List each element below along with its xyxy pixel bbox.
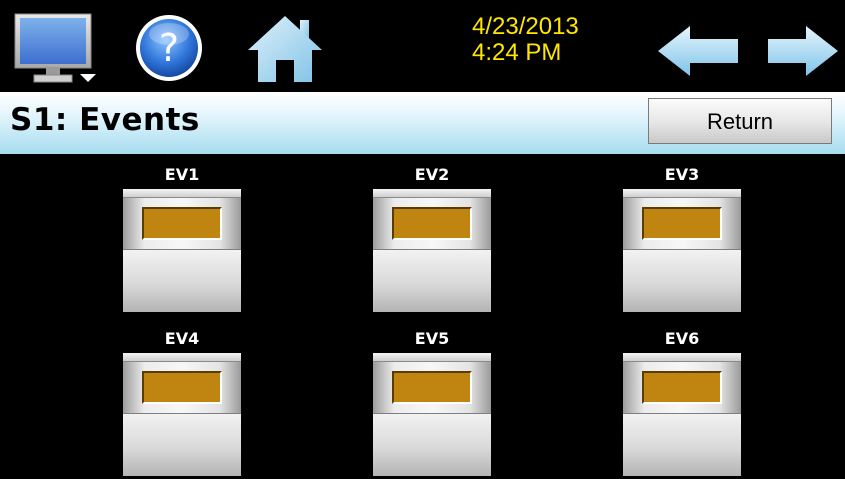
event-toggle-button[interactable] — [123, 353, 241, 476]
page-title: S1: Events — [10, 102, 200, 138]
event-status-indicator — [142, 371, 222, 404]
event-label: EV3 — [664, 165, 700, 184]
event-label: EV5 — [414, 329, 450, 348]
back-arrow-icon[interactable] — [656, 24, 740, 78]
return-button[interactable]: Return — [648, 98, 832, 144]
event-status-indicator — [642, 371, 722, 404]
event-status-indicator — [142, 207, 222, 240]
event-toggle-button[interactable] — [623, 189, 741, 312]
event-status-indicator — [392, 371, 472, 404]
event-status-indicator — [642, 207, 722, 240]
date-time-display: 4/23/2013 4:24 PM — [472, 14, 579, 66]
event-label: EV1 — [164, 165, 200, 184]
home-icon[interactable] — [246, 14, 324, 84]
event-toggle-button[interactable] — [123, 189, 241, 312]
event-status-indicator — [392, 207, 472, 240]
help-icon[interactable]: ? — [133, 12, 205, 84]
event-toggle-button[interactable] — [623, 353, 741, 476]
event-label: EV6 — [664, 329, 700, 348]
page-header: S1: Events Return — [0, 92, 845, 154]
date-text: 4/23/2013 — [472, 13, 579, 40]
event-toggle-button[interactable] — [373, 189, 491, 312]
top-bar: ? 4/23/2013 4:24 PM — [0, 0, 845, 92]
svg-text:?: ? — [159, 26, 179, 70]
forward-arrow-icon[interactable] — [766, 24, 840, 78]
event-toggle-button[interactable] — [373, 353, 491, 476]
monitor-menu-icon[interactable] — [12, 12, 98, 86]
event-label: EV4 — [164, 329, 200, 348]
time-text: 4:24 PM — [472, 39, 562, 66]
event-label: EV2 — [414, 165, 450, 184]
screen: ? 4/23/2013 4:24 PM S1: Events Return EV… — [0, 0, 845, 479]
